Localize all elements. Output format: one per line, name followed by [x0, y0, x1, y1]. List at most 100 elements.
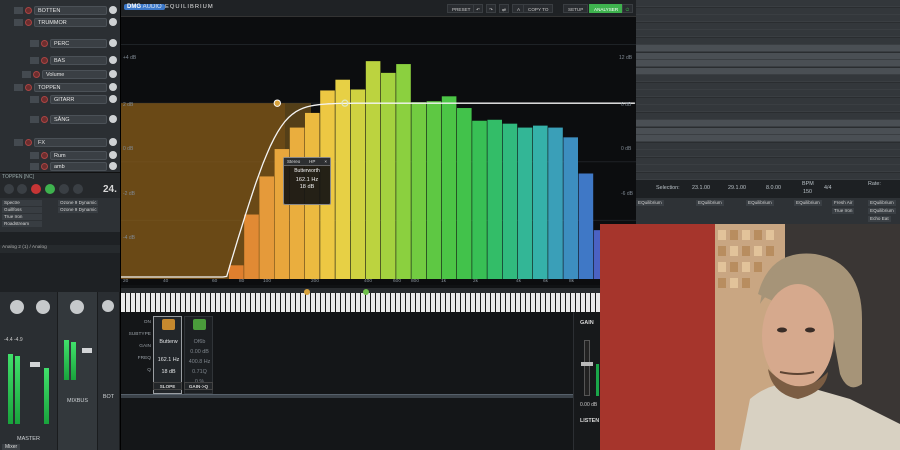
record-arm-icon[interactable] — [25, 83, 32, 91]
track-row[interactable]: BAS — [0, 55, 120, 65]
rewind-button[interactable] — [4, 184, 14, 194]
eq-graph[interactable]: +4 dB 2 dB 0 dB -2 dB -4 dB 12 dB 6 dB 0… — [121, 17, 637, 285]
band-scroll-strip[interactable] — [121, 394, 573, 398]
mixer-tab[interactable]: Mixer — [2, 444, 21, 450]
arrange-lane[interactable] — [636, 142, 900, 150]
setup-button[interactable]: SETUP — [563, 4, 589, 13]
arrange-lane[interactable] — [636, 15, 900, 22]
arrange-lane[interactable] — [636, 127, 900, 135]
track-row[interactable]: TRUMMOR — [0, 17, 120, 27]
track-name[interactable]: SÅNG — [50, 114, 107, 124]
tooltip-type[interactable]: HP — [309, 159, 315, 164]
arrange-lane[interactable] — [636, 172, 900, 180]
record-arm-icon[interactable] — [41, 115, 48, 123]
pause-button[interactable] — [73, 184, 83, 194]
track-name[interactable]: PERC — [50, 38, 107, 48]
slope-tab[interactable]: SLOPE — [153, 382, 182, 390]
arrange-lane[interactable] — [636, 22, 900, 30]
record-arm-icon[interactable] — [41, 162, 48, 170]
arrange-lane[interactable] — [636, 0, 900, 7]
band2-type-icon[interactable] — [193, 319, 206, 330]
record-arm-icon[interactable] — [25, 6, 32, 14]
compare-icon[interactable]: ⇄ — [499, 4, 509, 13]
track-row[interactable]: SÅNG — [0, 114, 120, 124]
power-icon[interactable]: ⏻ — [622, 4, 633, 13]
track-name[interactable]: BOTTEN — [34, 5, 107, 15]
arrange-fx-item[interactable]: EQuilibrium — [868, 200, 896, 206]
record-arm-icon[interactable] — [41, 151, 48, 159]
arrange-lane[interactable] — [636, 52, 900, 60]
mixbus-fader[interactable] — [82, 348, 92, 353]
fx-slot[interactable]: Ozone 9 Dynamic — [58, 207, 98, 213]
track-row[interactable]: BOTTEN — [0, 5, 120, 15]
track-volume-knob[interactable] — [109, 6, 117, 14]
track-io-icon[interactable] — [14, 138, 23, 146]
record-arm-icon[interactable] — [41, 39, 48, 47]
arrange-lane[interactable] — [636, 90, 900, 97]
band2-gain[interactable]: 0.00 dB — [187, 349, 212, 355]
gain-value[interactable]: 0.00 dB — [580, 402, 597, 408]
arrange-lane[interactable] — [636, 120, 900, 127]
band1-type-icon[interactable] — [162, 319, 175, 330]
selection-end[interactable]: 29.1.00 — [728, 185, 746, 191]
track-name[interactable]: BAS — [50, 55, 107, 65]
arrange-lane[interactable] — [636, 157, 900, 165]
arrange-lane[interactable] — [636, 105, 900, 112]
arrange-lane[interactable] — [636, 67, 900, 75]
track-volume-knob[interactable] — [109, 18, 117, 26]
band2-marker[interactable] — [363, 289, 369, 295]
record-arm-icon[interactable] — [41, 95, 48, 103]
record-arm-icon[interactable] — [41, 56, 48, 64]
pan-knob-mixbus[interactable] — [70, 300, 84, 314]
arrange-fx-item[interactable]: EQuilibrium — [636, 200, 664, 206]
arrange-lane[interactable] — [636, 82, 900, 90]
arrange-lane[interactable] — [636, 60, 900, 67]
arrange-fx-item[interactable]: EQuilibrium — [794, 200, 822, 206]
selection-start[interactable]: 23.1.00 — [692, 185, 710, 191]
track-row[interactable]: GITARR — [0, 94, 120, 104]
copy-to-button[interactable]: COPY TO — [523, 4, 554, 13]
arrange-lane[interactable] — [636, 45, 900, 52]
bpm-value[interactable]: 150 — [803, 189, 812, 195]
track-io-icon[interactable] — [30, 115, 39, 123]
track-row[interactable]: Volume — [0, 69, 120, 79]
arrange-fx-item[interactable]: EQuilibrium — [868, 208, 896, 214]
record-arm-icon[interactable] — [33, 70, 40, 78]
time-signature[interactable]: 4/4 — [824, 185, 832, 191]
track-volume-knob[interactable] — [109, 56, 117, 64]
arrange-lane[interactable] — [636, 7, 900, 15]
undo-icon[interactable]: ↶ — [473, 4, 483, 13]
track-name[interactable]: FX — [34, 137, 107, 147]
track-io-icon[interactable] — [14, 18, 23, 26]
track-volume-knob[interactable] — [109, 138, 117, 146]
track-row[interactable]: Rum — [0, 150, 120, 160]
pan-knob-bot[interactable] — [102, 300, 114, 312]
arrange-fx-item[interactable]: EQuilibrium — [696, 200, 724, 206]
track-volume-knob[interactable] — [109, 162, 117, 170]
track-row[interactable]: amb — [0, 161, 120, 171]
volume-fader[interactable] — [30, 362, 40, 367]
arrange-fx-item[interactable]: Echo Eat — [868, 216, 891, 222]
track-volume-knob[interactable] — [109, 151, 117, 159]
pan-knob[interactable] — [10, 300, 24, 314]
fx-slot[interactable]: Ozone 9 Dynamic — [58, 200, 98, 206]
track-name[interactable]: TOPPEN — [34, 82, 107, 92]
tooltip-stereo[interactable]: Stereo — [287, 159, 300, 164]
keyboard-keys[interactable] — [121, 293, 637, 312]
fx-slot[interactable]: True Iron — [2, 214, 42, 220]
record-button[interactable] — [31, 184, 41, 194]
track-row[interactable]: FX — [0, 137, 120, 147]
band2-q[interactable]: 0.71Q — [187, 369, 212, 375]
tooltip-close-icon[interactable]: × — [324, 159, 327, 164]
play-button[interactable] — [45, 184, 55, 194]
track-io-icon[interactable] — [30, 39, 39, 47]
fx-slot[interactable]: Spectre — [2, 200, 42, 206]
track-name[interactable]: amb — [50, 161, 107, 171]
track-row[interactable]: TOPPEN — [0, 82, 120, 92]
gain-fader-track[interactable] — [584, 340, 590, 396]
band2-subtype[interactable]: Of6b — [187, 339, 212, 345]
arrange-lane[interactable] — [636, 150, 900, 157]
record-arm-icon[interactable] — [25, 18, 32, 26]
fx-slot[interactable]: Guillfoss — [2, 207, 42, 213]
track-volume-knob[interactable] — [109, 95, 117, 103]
